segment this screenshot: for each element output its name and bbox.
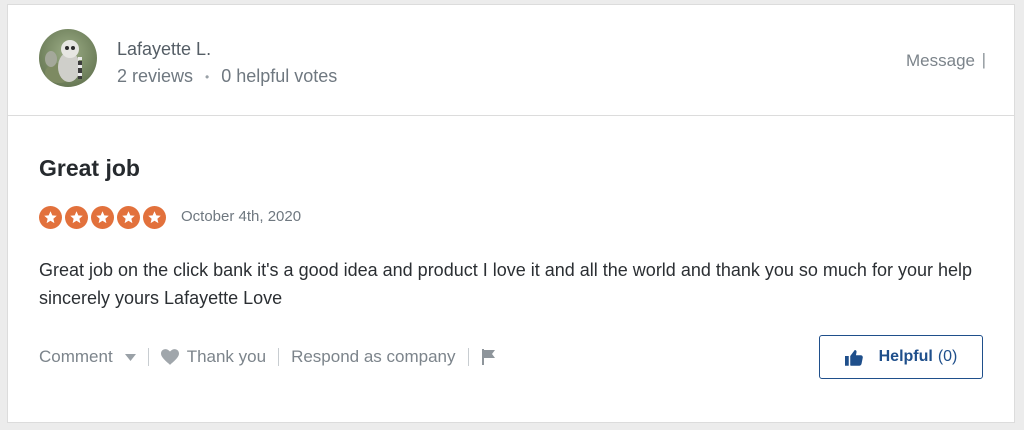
- star-rating: [39, 206, 166, 229]
- review-title: Great job: [39, 155, 140, 181]
- review-actions: Comment Thank you Respond as company: [39, 347, 496, 367]
- reviewer-name[interactable]: Lafayette L.: [117, 39, 211, 60]
- helpful-count: (0): [937, 348, 958, 365]
- heart-icon: [160, 349, 179, 365]
- star-icon: [65, 206, 88, 229]
- star-icon: [117, 206, 140, 229]
- flag-icon[interactable]: [481, 349, 496, 365]
- meta-separator: •: [205, 69, 210, 84]
- respond-as-company-link[interactable]: Respond as company: [291, 347, 455, 367]
- star-icon: [91, 206, 114, 229]
- review-header: Lafayette L. 2 reviews • 0 helpful votes…: [8, 5, 1014, 116]
- review-body: Great job on the click bank it's a good …: [39, 260, 972, 308]
- message-link[interactable]: Message: [906, 51, 975, 71]
- action-divider: [467, 348, 469, 366]
- avatar[interactable]: [39, 29, 97, 87]
- helpful-votes-count: 0 helpful votes: [221, 66, 338, 86]
- header-divider: |: [981, 50, 986, 69]
- action-divider: [278, 348, 280, 366]
- thumbs-up-icon: [844, 349, 863, 366]
- review-date: October 4th, 2020: [181, 208, 302, 225]
- action-divider: [147, 348, 149, 366]
- review-card: Lafayette L. 2 reviews • 0 helpful votes…: [7, 4, 1015, 423]
- review-count: 2 reviews: [117, 66, 194, 86]
- reviewer-meta: 2 reviews • 0 helpful votes: [117, 66, 337, 87]
- star-icon: [39, 206, 62, 229]
- helpful-button[interactable]: Helpful (0): [819, 335, 983, 379]
- thank-you-label: Thank you: [186, 347, 267, 366]
- thank-you-button[interactable]: Thank you: [160, 347, 267, 367]
- comment-label: Comment: [39, 347, 113, 366]
- comment-button[interactable]: Comment: [39, 347, 136, 367]
- chevron-down-icon: [124, 353, 136, 361]
- helpful-label: Helpful: [878, 348, 933, 365]
- star-icon: [143, 206, 166, 229]
